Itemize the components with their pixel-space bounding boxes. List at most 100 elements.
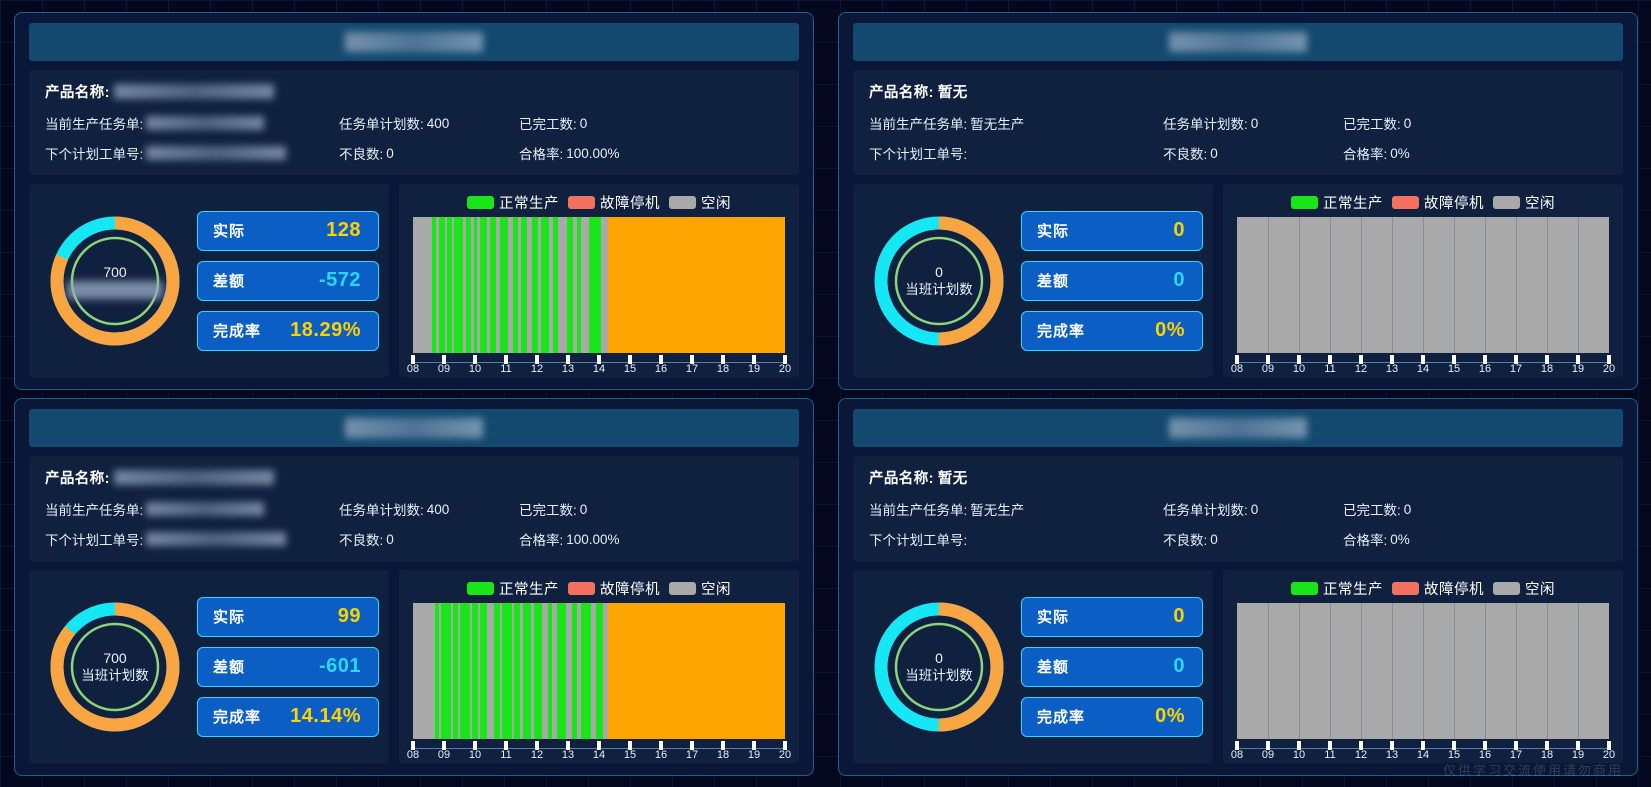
kpi-rate-value: 14.14% xyxy=(290,705,361,727)
axis-tick-label: 11 xyxy=(1324,749,1336,761)
defect-qty-value: 0 xyxy=(1210,145,1218,161)
axis-tick-label: 19 xyxy=(747,363,761,375)
completion-donut: 0 当班计划数 xyxy=(867,209,1011,353)
plan-qty-value: 400 xyxy=(426,115,450,131)
pass-rate-label: 合格率: xyxy=(519,533,564,548)
kpi-actual-label: 实际 xyxy=(213,609,246,626)
defect-qty-label: 不良数: xyxy=(339,147,384,162)
panel-info: 产品名称: 当前生产任务单: 任务单计划数: 400 已完工数: 0 下个计划工单号: … xyxy=(29,70,799,175)
kpi-rate[interactable]: 完成率 14.14% xyxy=(197,696,379,737)
next-order-value-masked xyxy=(146,532,287,546)
axis-tick-label: 16 xyxy=(1478,749,1492,761)
panel-title-bar xyxy=(29,23,799,61)
timeline-gridline xyxy=(1485,217,1486,353)
legend-label-2: 空闲 xyxy=(1525,195,1555,212)
timeline-segment xyxy=(413,217,433,353)
axis-tick-label: 15 xyxy=(1447,363,1461,375)
legend-swatch-icon xyxy=(1392,581,1419,595)
timeline-gridline xyxy=(1547,217,1548,353)
done-qty-value: 0 xyxy=(579,115,588,131)
next-order-label-cell: 下个计划工单号: xyxy=(869,529,1163,549)
axis-tick-label: 15 xyxy=(623,363,637,375)
legend-swatch-icon xyxy=(1493,581,1520,595)
panel-title-bar xyxy=(29,409,799,447)
next-order-label: 下个计划工单号: xyxy=(869,147,968,162)
axis-tick-label: 11 xyxy=(1324,363,1336,375)
axis-tick-label: 17 xyxy=(1509,363,1523,375)
axis-tick-label: 16 xyxy=(1478,363,1492,375)
axis-tick-label: 13 xyxy=(561,363,575,375)
axis-tick-label: 14 xyxy=(1416,749,1430,761)
kpi-rate[interactable]: 完成率 18.29% xyxy=(197,310,379,351)
timeline-legend: 正常生产 故障停机 空闲 xyxy=(407,577,791,599)
axis-tick-label: 10 xyxy=(468,749,482,761)
axis-tick-label: 08 xyxy=(1230,363,1244,375)
kpi-diff[interactable]: 差额 0 xyxy=(1021,646,1203,687)
timeline-chart: 08 09 10 11 12 13 14 15 16 17 18 19 20 xyxy=(407,603,791,761)
panel-title-bar xyxy=(853,23,1623,61)
timeline-gridline xyxy=(1268,217,1269,353)
kpi-rate[interactable]: 完成率 0% xyxy=(1021,696,1203,737)
legend-item-1: 故障停机 xyxy=(1392,192,1484,213)
defect-qty-value: 0 xyxy=(1210,531,1218,547)
kpi-rate[interactable]: 完成率 0% xyxy=(1021,310,1203,351)
axis-tick-label: 15 xyxy=(1447,749,1461,761)
kpi-diff[interactable]: 差额 -601 xyxy=(197,646,379,687)
timeline-gridline xyxy=(1516,603,1517,739)
axis-tick-label: 10 xyxy=(1292,749,1306,761)
panel-title-text xyxy=(345,32,483,52)
legend-item-0: 正常生产 xyxy=(467,192,559,213)
kpi-actual-value: 128 xyxy=(326,219,361,241)
done-qty-label: 已完工数: xyxy=(519,117,577,132)
timeline-segment xyxy=(588,217,602,353)
kpi-list: 实际 0 差额 0 完成率 0% xyxy=(1021,596,1203,737)
kpi-diff-label: 差额 xyxy=(213,273,246,290)
plan-qty-value: 0 xyxy=(1250,115,1259,131)
info-grid: 当前生产任务单: 任务单计划数: 400 已完工数: 0 下个计划工单号: 不良数: 0 合… xyxy=(45,499,783,549)
timeline-gridline xyxy=(1454,217,1455,353)
axis-tick-label: 12 xyxy=(530,749,544,761)
timeline-bars xyxy=(413,603,785,739)
kpi-list: 实际 128 差额 -572 完成率 18.29% xyxy=(197,210,379,351)
current-order-label: 当前生产任务单: xyxy=(869,117,968,132)
legend-label-2: 空闲 xyxy=(701,581,731,598)
legend-label-2: 空闲 xyxy=(701,195,731,212)
completion-donut: 700当班计划数 xyxy=(43,209,187,353)
current-order-label-cell: 当前生产任务单: xyxy=(45,499,339,519)
gauge-box: 0 当班计划数 实际 0 差额 0 完成率 0% xyxy=(853,184,1213,377)
axis-tick-label: 08 xyxy=(1230,749,1244,761)
timeline-axis: 08 09 10 11 12 13 14 15 16 17 18 19 20 xyxy=(1231,355,1615,375)
pass-rate-label: 合格率: xyxy=(519,147,564,162)
kpi-actual[interactable]: 实际 99 xyxy=(197,596,379,637)
legend-swatch-icon xyxy=(1291,581,1318,595)
timeline-segment xyxy=(558,217,568,353)
axis-tick-label: 13 xyxy=(1385,749,1399,761)
product-name-label: 产品名称: xyxy=(869,84,934,101)
timeline-gridline xyxy=(1330,217,1331,353)
axis-tick-label: 20 xyxy=(1602,749,1616,761)
timeline-gridline xyxy=(1392,603,1393,739)
current-order-label: 当前生产任务单: xyxy=(45,117,144,132)
kpi-diff[interactable]: 差额 -572 xyxy=(197,260,379,301)
legend-label-1: 故障停机 xyxy=(600,581,660,598)
kpi-actual[interactable]: 实际 0 xyxy=(1021,596,1203,637)
kpi-diff[interactable]: 差额 0 xyxy=(1021,260,1203,301)
current-order-label: 当前生产任务单: xyxy=(869,503,968,518)
kpi-actual[interactable]: 实际 128 xyxy=(197,210,379,251)
production-panel-4: 产品名称: 暂无 当前生产任务单: 暂无生产 任务单计划数: 0 已完工数: 0 下个计划工单号… xyxy=(838,398,1638,776)
timeline-legend: 正常生产 故障停机 空闲 xyxy=(1231,191,1615,213)
timeline-gridline xyxy=(1299,217,1300,353)
legend-item-0: 正常生产 xyxy=(467,578,559,599)
timeline-gridline xyxy=(1361,217,1362,353)
timeline-segment xyxy=(479,603,488,739)
timeline-segment xyxy=(557,603,566,739)
next-order-label: 下个计划工单号: xyxy=(45,533,144,548)
done-qty-label-cell: 已完工数: 0 xyxy=(1343,499,1607,519)
axis-tick-label: 20 xyxy=(778,363,792,375)
timeline-gridline xyxy=(1516,217,1517,353)
kpi-actual[interactable]: 实际 0 xyxy=(1021,210,1203,251)
kpi-rate-value: 0% xyxy=(1155,319,1185,341)
kpi-diff-value: 0 xyxy=(1173,655,1185,677)
kpi-list: 实际 99 差额 -601 完成率 14.14% xyxy=(197,596,379,737)
product-name-label: 产品名称: xyxy=(45,84,110,101)
